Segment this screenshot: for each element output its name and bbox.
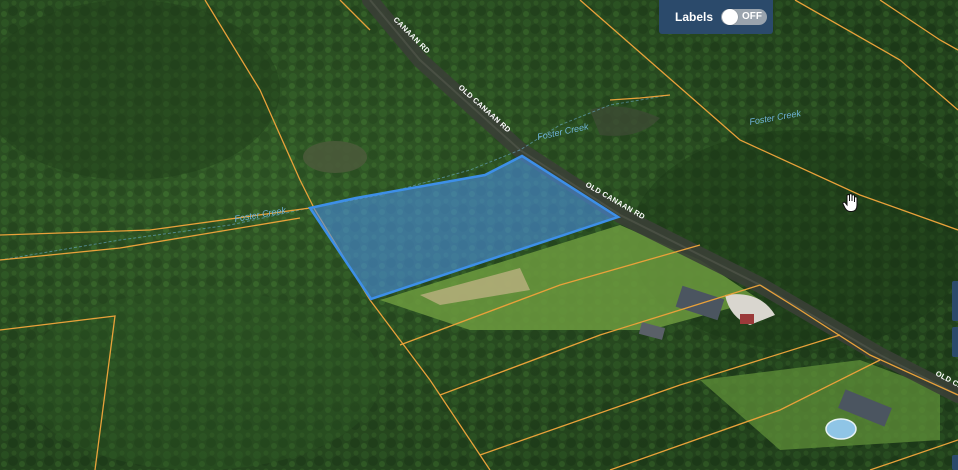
- labels-toggle-switch[interactable]: OFF: [721, 9, 768, 25]
- labels-toggle-label: Labels: [675, 10, 714, 24]
- satellite-map[interactable]: OLD CANAAN RD OLD CANAAN RD CANAAN RD OL…: [0, 0, 958, 470]
- side-panel-tab[interactable]: [952, 327, 958, 357]
- side-panel-tab[interactable]: [952, 281, 958, 321]
- side-panel-tab[interactable]: [952, 455, 958, 470]
- hand-cursor-icon: [842, 193, 860, 218]
- pool: [825, 418, 857, 440]
- pond: [303, 141, 367, 173]
- toggle-knob: [722, 9, 739, 25]
- labels-toggle-panel: Labels OFF: [659, 0, 773, 34]
- toggle-state: OFF: [742, 11, 763, 22]
